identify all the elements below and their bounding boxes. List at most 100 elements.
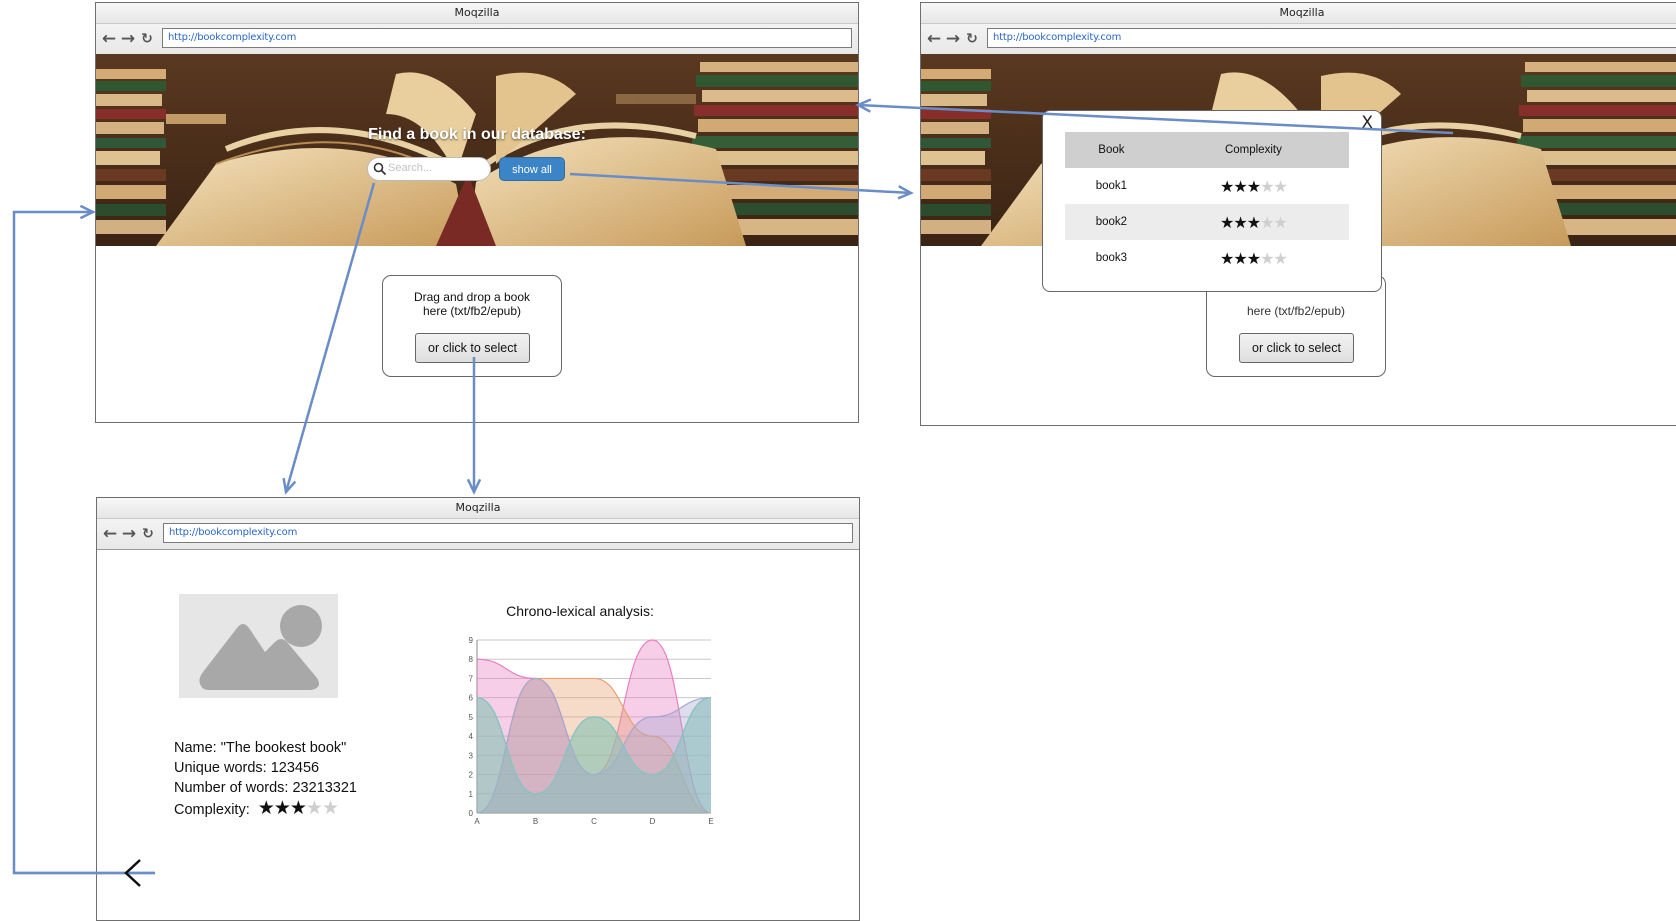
y-tick-label: 2: [469, 771, 474, 780]
x-tick-label: E: [708, 817, 713, 826]
address-bar[interactable]: http://bookcomplexity.com: [987, 28, 1676, 48]
star-empty-icon: ★: [1273, 212, 1287, 232]
forward-arrow-icon[interactable]: →: [120, 524, 138, 544]
star-rating: ★★★★★: [1220, 212, 1288, 232]
complexity-label: Complexity:: [174, 802, 250, 818]
y-tick-label: 8: [469, 655, 474, 664]
back-arrow-icon[interactable]: ←: [100, 29, 118, 49]
back-arrow-icon[interactable]: ←: [925, 29, 943, 49]
y-tick-label: 4: [469, 732, 474, 741]
reload-icon[interactable]: ↻: [139, 524, 157, 544]
table-row[interactable]: book2 ★★★★★: [1065, 204, 1349, 240]
book-name: book1: [1095, 180, 1128, 192]
star-rating: ★★★★★: [1220, 176, 1288, 196]
star-empty-icon: ★: [1273, 176, 1287, 196]
star-rating: ★★★★★: [257, 797, 339, 819]
arrow-back-to-home-arrowhead: [79, 204, 96, 220]
drop-zone-text: here (txt/fb2/epub): [1246, 304, 1346, 318]
drop-zone[interactable]: Drag and drop a book here (txt/fb2/epub)…: [382, 275, 562, 377]
table-row[interactable]: book3 ★★★★★: [1065, 240, 1349, 276]
unique-words-text: Unique words: 123456: [174, 760, 320, 776]
star-empty-icon: ★: [321, 797, 339, 819]
x-tick-label: B: [533, 817, 538, 826]
column-header-book: Book: [1065, 132, 1158, 168]
star-filled-icon: ★: [1246, 176, 1261, 196]
book-name-text: Name: "The bookest book": [174, 740, 347, 756]
search-placeholder: Search...: [388, 162, 433, 174]
drop-zone-text: Drag and drop a book here (txt/fb2/epub): [413, 290, 531, 318]
star-empty-icon: ★: [1260, 248, 1274, 268]
star-filled-icon: ★: [1233, 248, 1247, 268]
window-title: Moqzilla: [921, 3, 1676, 24]
y-tick-label: 7: [469, 674, 474, 683]
chrono-lexical-chart: 0 1 2 3 4 5 6 7 8 9 A B C D E: [469, 636, 714, 826]
y-tick-label: 0: [469, 809, 474, 818]
forward-arrow-icon[interactable]: →: [944, 29, 962, 49]
address-bar[interactable]: http://bookcomplexity.com: [163, 523, 853, 543]
star-rating: ★★★★★: [1220, 248, 1288, 268]
star-empty-icon: ★: [305, 797, 323, 819]
close-icon[interactable]: X: [1361, 113, 1373, 133]
y-tick-label: 5: [469, 713, 474, 722]
browser-window-home: Moqzilla ← → ↻ http://bookcomplexity.com: [95, 2, 859, 423]
book-table: Book Complexity book1 ★★★★★ book2 ★★★★★ …: [1065, 132, 1349, 276]
book-cover-image: [179, 594, 338, 698]
star-filled-icon: ★: [273, 797, 291, 819]
browser-window-book-details: Moqzilla ← → ↻ http://bookcomplexity.com…: [96, 497, 860, 921]
star-filled-icon: ★: [1233, 212, 1247, 232]
address-bar[interactable]: http://bookcomplexity.com: [162, 28, 852, 48]
books-photo: [96, 54, 858, 246]
star-filled-icon: ★: [1233, 176, 1247, 196]
x-tick-label: A: [474, 817, 480, 826]
search-input[interactable]: Search...: [367, 157, 491, 181]
window-title: Moqzilla: [97, 498, 859, 519]
show-all-button[interactable]: show all: [499, 157, 565, 181]
hero-title: Find a book in our database:: [368, 126, 586, 143]
star-filled-icon: ★: [1220, 248, 1234, 268]
y-tick-label: 1: [469, 790, 474, 799]
nav-bar: ← → ↻ http://bookcomplexity.com: [97, 519, 859, 550]
star-filled-icon: ★: [1246, 248, 1261, 268]
table-row[interactable]: book1 ★★★★★: [1065, 168, 1349, 204]
y-tick-label: 9: [469, 636, 474, 645]
star-empty-icon: ★: [1273, 248, 1287, 268]
chart-title: Chrono-lexical analysis:: [506, 603, 654, 619]
reload-icon[interactable]: ↻: [138, 29, 156, 49]
book-name: book2: [1065, 204, 1158, 240]
image-placeholder-icon: [199, 605, 322, 690]
reload-icon[interactable]: ↻: [963, 29, 981, 49]
column-header-complexity: Complexity: [1157, 132, 1349, 168]
arrow-search-to-details-arrowhead: [282, 477, 297, 495]
nav-bar: ← → ↻ http://bookcomplexity.com: [96, 24, 858, 55]
star-filled-icon: ★: [257, 797, 275, 819]
star-filled-icon: ★: [1246, 212, 1261, 232]
complexity-rating: ★★★★★: [1158, 168, 1349, 204]
arrow-show-all-to-list-arrowhead: [897, 185, 914, 200]
book-details: Name: "The bookest book" Unique words: 1…: [174, 738, 357, 820]
star-filled-icon: ★: [289, 797, 307, 819]
window-title: Moqzilla: [96, 3, 858, 24]
forward-arrow-icon[interactable]: →: [119, 29, 137, 49]
nav-bar: ← → ↻ http://bookcomplexity.com: [921, 24, 1676, 55]
book-list-modal: X Book Complexity book1 ★★★★★ book2 ★★★★…: [1042, 110, 1382, 292]
search-icon: [373, 162, 387, 176]
star-filled-icon: ★: [1220, 212, 1234, 232]
hero-banner: Find a book in our database: Search... s…: [96, 54, 858, 246]
arrow-close-to-home-arrowhead: [855, 98, 872, 113]
x-tick-label: D: [650, 817, 656, 826]
back-arrow-icon[interactable]: ←: [101, 524, 119, 544]
complexity-rating: ★★★★★: [1158, 240, 1349, 276]
star-empty-icon: ★: [1260, 212, 1274, 232]
book-name: book3: [1095, 252, 1128, 264]
table-header-row: Book Complexity: [1065, 132, 1349, 168]
y-tick-label: 6: [469, 694, 474, 703]
star-empty-icon: ★: [1260, 176, 1274, 196]
arrow-upload-to-details-arrowhead: [466, 478, 482, 495]
select-file-button[interactable]: or click to select: [1239, 333, 1354, 363]
select-file-button[interactable]: or click to select: [415, 333, 530, 363]
star-filled-icon: ★: [1220, 176, 1234, 196]
x-tick-label: C: [591, 817, 597, 826]
y-tick-label: 3: [469, 751, 474, 760]
complexity-rating: ★★★★★: [1157, 204, 1349, 240]
word-count-text: Number of words: 23213321: [174, 780, 357, 796]
